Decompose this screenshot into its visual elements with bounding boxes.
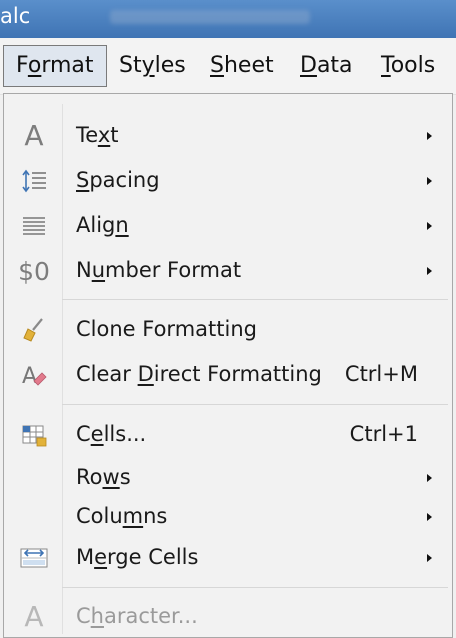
menu-item-clone-formatting[interactable]: Clone Formatting [4,310,452,350]
menu-styles[interactable]: Styles [119,45,186,87]
character-glyph: A [24,600,44,633]
menu-item-columns[interactable]: Columns [4,497,452,537]
menu-data-label-post: ata [316,53,353,78]
menu-item-character-pre: C [76,604,91,628]
menu-item-clear-direct-formatting-label: Clear Direct Formatting [76,362,322,386]
menu-item-cells[interactable]: Cells... Ctrl+1 [4,415,452,455]
menu-item-merge-cells-label: Merge Cells [76,545,198,569]
menu-item-number-format-accel: u [91,258,106,282]
menu-item-rows-pre: Ro [76,465,103,489]
menu-item-merge-cells-accel: e [94,545,108,569]
menu-item-rows-label: Rows [76,465,131,489]
menu-item-clear-direct-formatting-accel: D [137,362,154,386]
menu-item-merge-cells-pre: M [76,545,95,569]
submenu-arrow-icon [427,554,432,562]
menu-bar: Format Styles Sheet Data Tools [0,38,456,95]
menu-item-merge-cells[interactable]: Merge Cells [4,538,452,578]
menu-item-number-format-label: Number Format [76,258,241,282]
menu-sheet[interactable]: Sheet [210,45,274,87]
menu-item-clear-direct-formatting[interactable]: A Clear Direct Formatting Ctrl+M [4,355,452,395]
menu-item-number-format-pre: N [76,258,92,282]
menu-item-columns-pre: Colu [76,504,123,528]
menu-tools-label-accel: T [381,53,391,78]
menu-item-character-label: Character... [76,604,198,628]
menu-tools-label-post: ools [390,53,436,78]
menu-separator [62,404,448,405]
menu-item-clone-formatting-pre: Clone Formatting [76,317,257,341]
menu-item-align-accel: n [115,213,129,237]
menu-styles-label-accel: y [141,53,155,78]
menu-separator [62,299,448,300]
submenu-arrow-icon [427,513,432,521]
menu-item-columns-accel: m [122,504,144,528]
menu-data[interactable]: Data [300,45,353,87]
text-a-glyph: A [24,119,44,152]
window-titlebar: alc [0,0,456,38]
menu-item-text-post: t [110,123,119,147]
menu-styles-label-post: les [154,53,186,78]
menu-item-text-label: Text [76,123,118,147]
submenu-arrow-icon [427,222,432,230]
currency-icon: $0 [14,255,54,287]
menu-item-cells-label: Cells... [76,422,146,446]
menu-item-cells-accel: e [90,422,104,446]
character-icon: A [14,601,54,633]
menu-item-rows-post: s [119,465,131,489]
submenu-arrow-icon [427,267,432,275]
menu-item-character-post: aracter... [103,604,198,628]
merge-cells-icon [14,542,54,574]
menu-item-clone-formatting-label: Clone Formatting [76,317,257,341]
menu-format-label-post: rmat [41,53,94,78]
menu-item-align-label: Align [76,213,129,237]
menu-data-label-accel: D [300,53,317,78]
clear-formatting-icon: A [14,359,54,391]
menu-item-rows-accel: w [102,465,120,489]
shortcut-ctrl-1: Ctrl+1 [349,422,418,446]
cells-icon [14,419,54,451]
menu-separator [62,587,448,588]
submenu-arrow-icon [427,474,432,482]
menu-item-spacing-post: pacing [89,168,160,192]
menu-styles-label-pre: St [119,53,142,78]
menu-item-text-pre: Te [76,123,98,147]
menu-item-spacing[interactable]: Spacing [4,161,452,201]
menu-tools[interactable]: Tools [381,45,435,87]
blurred-document-name [110,10,310,24]
shortcut-ctrl-m: Ctrl+M [344,362,418,386]
submenu-arrow-icon [427,132,432,140]
menu-item-columns-label: Columns [76,504,167,528]
line-spacing-icon [14,165,54,197]
menu-sheet-label-post: heet [223,53,274,78]
text-a-icon: A [14,120,54,152]
menu-item-rows[interactable]: Rows [4,458,452,498]
menu-item-clear-direct-formatting-pre: Clear [76,362,138,386]
menu-item-spacing-label: Spacing [76,168,160,192]
menu-item-columns-post: ns [143,504,168,528]
menu-item-text[interactable]: A Text [4,116,452,156]
menu-format-label-pre: F [16,53,28,78]
window-title: alc [0,4,31,28]
menu-item-merge-cells-post: rge Cells [107,545,199,569]
format-dropdown-menu: A Text Spacing Align $0 Number Format Cl… [3,93,453,638]
menu-item-text-accel: x [97,123,111,147]
menu-item-character-accel: h [90,604,104,628]
svg-text:A: A [22,364,37,389]
menu-item-spacing-accel: S [76,168,90,192]
menu-item-number-format-post: mber Format [105,258,242,282]
menu-item-number-format[interactable]: $0 Number Format [4,251,452,291]
menu-item-clear-direct-formatting-post: irect Formatting [153,362,322,386]
menu-item-align-pre: Alig [76,213,116,237]
align-icon [14,210,54,242]
menu-format-label-accel: o [27,53,42,78]
menu-item-character[interactable]: A Character... [4,597,452,637]
menu-item-cells-post: lls... [103,422,147,446]
currency-glyph: $0 [18,256,50,286]
menu-item-align[interactable]: Align [4,206,452,246]
submenu-arrow-icon [427,177,432,185]
menu-sheet-label-accel: S [210,53,224,78]
menu-format[interactable]: Format [3,45,107,87]
menu-item-cells-pre: C [76,422,91,446]
paintbrush-icon [14,314,54,346]
